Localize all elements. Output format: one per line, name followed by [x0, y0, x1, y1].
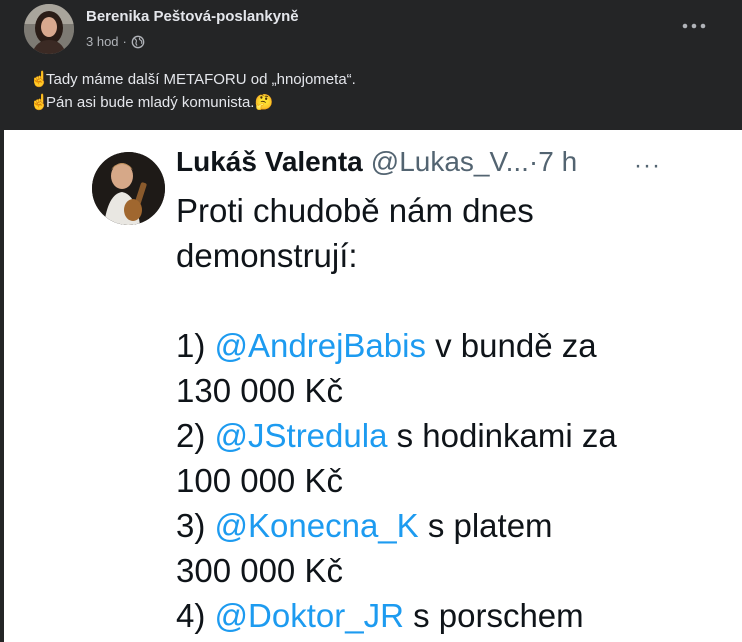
mention-link: @Konecna_K [214, 507, 419, 544]
tweet-list-item: 3) @Konecna_K s platem [176, 503, 617, 548]
tweet-list-item: 4) @Doktor_JR s porschem [176, 593, 617, 638]
post-line-1: ☝ Tady máme další METAFORU od „hnojometa… [30, 68, 356, 91]
tweet-image[interactable]: Lukáš Valenta @Lukas_V... · 7 h ··· Prot… [4, 130, 742, 642]
author-avatar-image [24, 4, 74, 54]
author-name[interactable]: Berenika Peštová-poslankyně [86, 8, 299, 25]
tweet-avatar-image [92, 152, 165, 225]
tweet-list-value: 100 000 Kč [176, 462, 343, 499]
post-line-text: Pán asi bude mladý komunista. [46, 94, 255, 111]
tweet-list-value: 130 000 Kč [176, 372, 343, 409]
tweet-author-name: Lukáš Valenta [176, 146, 363, 177]
item-text: s platem [418, 507, 553, 544]
tweet-list-item: 2) @JStredula s hodinkami za [176, 413, 617, 458]
item-number: 2) [176, 417, 206, 454]
more-options-button[interactable] [676, 14, 712, 38]
item-number: 1) [176, 327, 206, 364]
post-time[interactable]: 3 hod [86, 34, 119, 49]
globe-icon [131, 35, 145, 48]
tweet-header: Lukáš Valenta @Lukas_V... · 7 h [176, 146, 577, 178]
author-avatar[interactable] [24, 4, 74, 54]
thinking-face-emoji: 🤔 [254, 93, 274, 111]
tweet-more-icon: ··· [634, 152, 661, 179]
tweet-list-value: 300 000 Kč [176, 552, 343, 589]
facebook-post-header: Berenika Peštová-poslankyně 3 hod · ☝ Ta… [0, 0, 742, 130]
item-text: v bundě za [425, 327, 597, 364]
mention-link: @JStredula [214, 417, 388, 454]
pointing-up-emoji: ☝ [30, 70, 49, 88]
meta-separator: · [122, 34, 127, 49]
post-text: ☝ Tady máme další METAFORU od „hnojometa… [30, 68, 356, 114]
post-line-2: ☝ Pán asi bude mladý komunista. 🤔 [30, 91, 356, 114]
mention-link: @Doktor_JR [214, 597, 404, 634]
mention-link: @AndrejBabis [214, 327, 426, 364]
item-text: s porschem [403, 597, 584, 634]
item-number: 3) [176, 507, 206, 544]
item-text: s hodinkami za [387, 417, 617, 454]
tweet-separator: · [528, 146, 539, 177]
post-line-text: Tady máme další METAFORU od „hnojometa“. [46, 71, 356, 88]
tweet-list-item: 1) @AndrejBabis v bundě za [176, 323, 617, 368]
tweet-time: 7 h [538, 146, 578, 177]
tweet-body: Proti chudobě nám dnes demonstrují: 1) @… [176, 188, 617, 638]
tweet-author-handle: @Lukas_V... [370, 146, 529, 177]
more-horizontal-icon [682, 23, 706, 29]
tweet-author-avatar [92, 152, 165, 225]
tweet-intro-line: demonstrují: [176, 237, 358, 274]
tweet-intro-line: Proti chudobě nám dnes [176, 192, 534, 229]
pointing-up-emoji: ☝ [30, 93, 49, 111]
post-meta: 3 hod · [86, 34, 145, 49]
item-number: 4) [176, 597, 206, 634]
